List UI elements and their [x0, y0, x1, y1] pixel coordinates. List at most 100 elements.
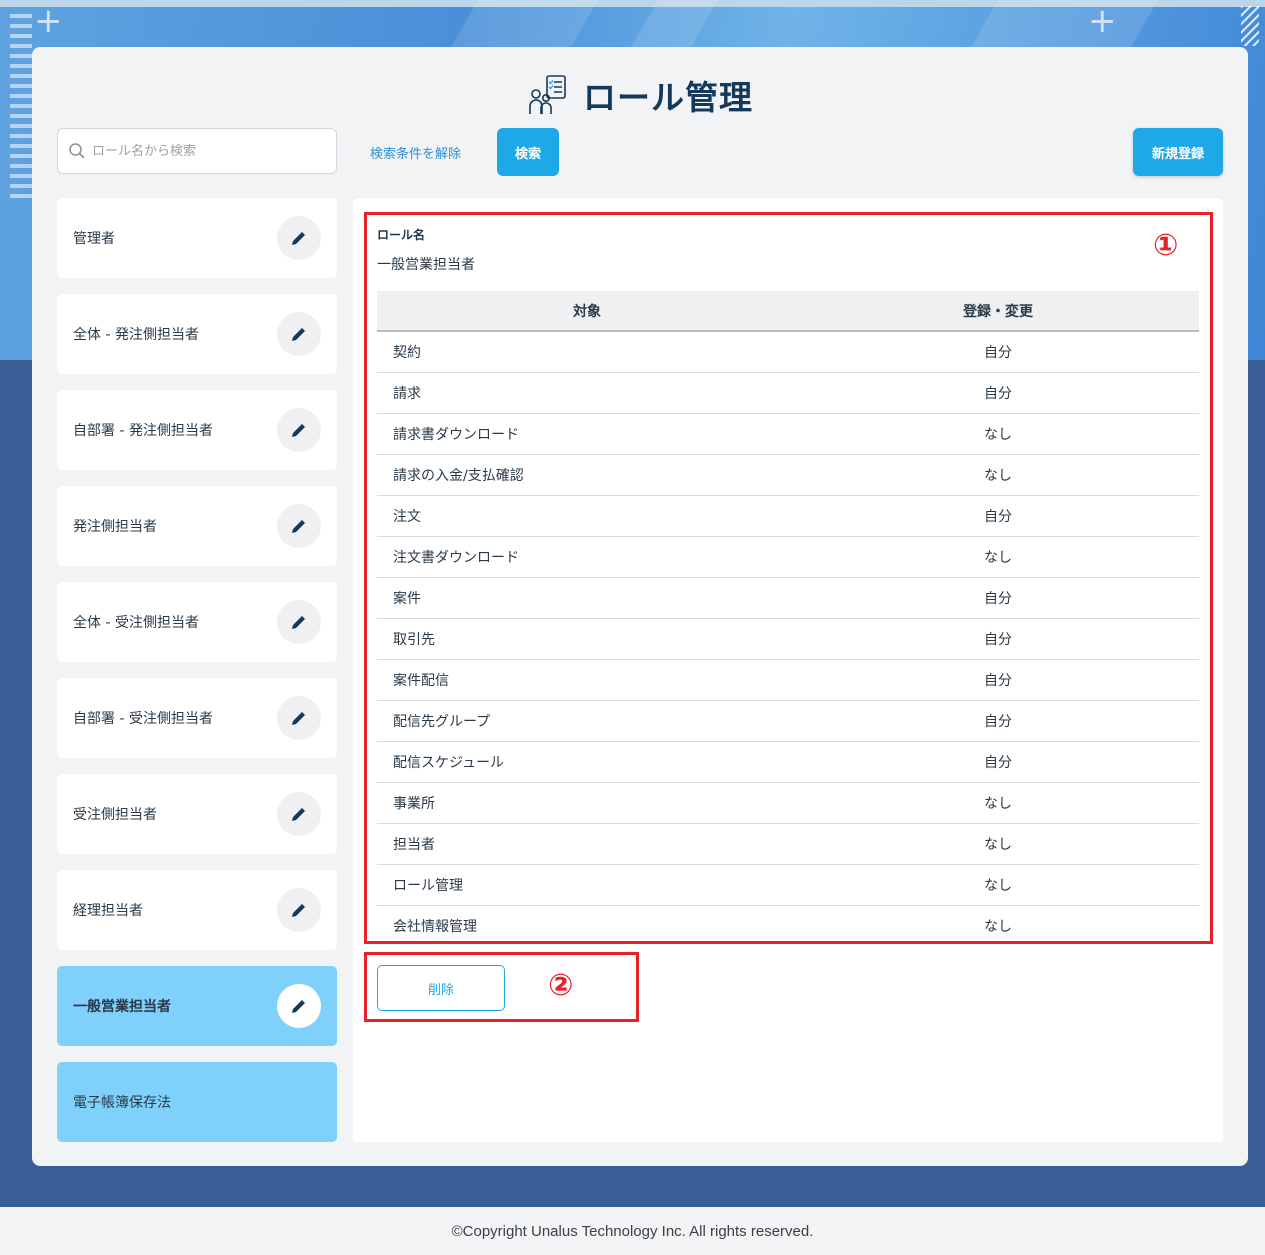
role-item-label: 全体 - 受注側担当者 — [73, 615, 199, 631]
role-item-all-ordering[interactable]: 全体 - 発注側担当者 — [57, 294, 337, 374]
role-item-label: 発注側担当者 — [73, 519, 157, 535]
role-name-value: 一般営業担当者 — [377, 257, 475, 273]
table-row: 担当者 なし — [377, 823, 1199, 865]
column-header-permission: 登録・変更 — [797, 291, 1199, 332]
cell-target: 案件配信 — [377, 659, 797, 701]
cell-target: 契約 — [377, 331, 797, 373]
cell-permission: 自分 — [797, 659, 1199, 701]
table-row: 案件配信 自分 — [377, 659, 1199, 701]
role-item-admin[interactable]: 管理者 — [57, 198, 337, 278]
table-row: 契約 自分 — [377, 331, 1199, 373]
edit-role-button[interactable] — [277, 312, 321, 356]
cell-permission: なし — [797, 413, 1199, 455]
permission-table: 対象 登録・変更 契約 自分 請求 自分 請求書ダウンロード なし 請求の入金/支払確… — [377, 291, 1199, 946]
annotation-marker-1: ① — [1153, 228, 1179, 263]
clear-search-link[interactable]: 検索条件を解除 — [370, 143, 461, 162]
annotation-marker-2: ② — [548, 968, 574, 1003]
cell-permission: 自分 — [797, 577, 1199, 619]
cell-target: 事業所 — [377, 782, 797, 824]
edit-role-button[interactable] — [277, 216, 321, 260]
role-item-label: 全体 - 発注側担当者 — [73, 327, 199, 343]
edit-role-button[interactable] — [277, 504, 321, 548]
cell-target: 配信先グループ — [377, 700, 797, 742]
new-role-button[interactable]: 新規登録 — [1133, 128, 1223, 176]
cell-permission: なし — [797, 536, 1199, 578]
role-item-label: 自部署 - 受注側担当者 — [73, 711, 213, 727]
cell-target: 配信スケジュール — [377, 741, 797, 783]
search-button[interactable]: 検索 — [497, 128, 559, 176]
role-item-dept-ordering[interactable]: 自部署 - 発注側担当者 — [57, 390, 337, 470]
cell-target: 注文書ダウンロード — [377, 536, 797, 578]
table-row: 案件 自分 — [377, 577, 1199, 619]
cell-permission: 自分 — [797, 618, 1199, 660]
table-row: ロール管理 なし — [377, 864, 1199, 906]
role-item-ordering[interactable]: 発注側担当者 — [57, 486, 337, 566]
table-row: 会社情報管理 なし — [377, 905, 1199, 946]
plus-decoration-icon: + — [34, 1, 63, 41]
edit-role-button[interactable] — [277, 408, 321, 452]
search-input[interactable] — [92, 143, 332, 159]
cell-target: 注文 — [377, 495, 797, 537]
cell-permission: なし — [797, 454, 1199, 496]
cell-permission: 自分 — [797, 700, 1199, 742]
pencil-icon — [292, 904, 305, 917]
bg-hatch — [1241, 6, 1259, 46]
edit-role-button[interactable] — [277, 696, 321, 740]
role-item-label: 受注側担当者 — [73, 807, 157, 823]
cell-permission: 自分 — [797, 372, 1199, 414]
role-item-label: 一般営業担当者 — [73, 999, 171, 1015]
footer-copyright: ©Copyright Unalus Technology Inc. All ri… — [0, 1207, 1265, 1255]
table-row: 請求書ダウンロード なし — [377, 413, 1199, 455]
bg-decoration-lines — [10, 14, 32, 204]
search-icon — [69, 143, 85, 159]
table-row: 配信先グループ 自分 — [377, 700, 1199, 742]
role-item-label: 電子帳簿保存法 — [73, 1095, 171, 1111]
delete-button[interactable]: 削除 — [377, 965, 505, 1011]
role-item-all-receiving[interactable]: 全体 - 受注側担当者 — [57, 582, 337, 662]
cell-permission: なし — [984, 918, 1012, 935]
pencil-icon — [292, 712, 305, 725]
pencil-icon — [292, 808, 305, 821]
cell-permission: なし — [797, 823, 1199, 865]
role-item-dept-receiving[interactable]: 自部署 - 受注側担当者 — [57, 678, 337, 758]
role-item-general-sales[interactable]: 一般営業担当者 — [57, 966, 337, 1046]
column-header-target: 対象 — [377, 291, 797, 332]
role-detail-panel: ① ロール名 一般営業担当者 対象 登録・変更 契約 自分 請求 自分 請求書ダウン… — [353, 198, 1223, 1142]
cell-permission: 自分 — [797, 331, 1199, 373]
edit-role-button[interactable] — [277, 600, 321, 644]
main-card: ロール管理 検索条件を解除 検索 新規登録 管理者 全体 - 発注側担当者 自部… — [32, 47, 1248, 1166]
cell-target: 請求の入金/支払確認 — [377, 454, 797, 496]
edit-role-button[interactable] — [277, 984, 321, 1028]
edit-role-button[interactable] — [277, 792, 321, 836]
page-title: ロール管理 — [583, 78, 753, 117]
pencil-icon — [292, 328, 305, 341]
role-item-accounting[interactable]: 経理担当者 — [57, 870, 337, 950]
cell-target: 請求 — [377, 372, 797, 414]
table-row: 注文書ダウンロード なし — [377, 536, 1199, 578]
role-item-e-book[interactable]: 電子帳簿保存法 — [57, 1062, 337, 1142]
table-row: 請求の入金/支払確認 なし — [377, 454, 1199, 496]
table-row: 請求 自分 — [377, 372, 1199, 414]
search-field[interactable] — [57, 128, 337, 174]
page-header: ロール管理 — [32, 71, 1248, 119]
role-item-label: 自部署 - 発注側担当者 — [73, 423, 213, 439]
table-row: 注文 自分 — [377, 495, 1199, 537]
cell-permission: 自分 — [797, 741, 1199, 783]
cell-permission: なし — [797, 864, 1199, 906]
cell-permission: 自分 — [797, 495, 1199, 537]
plus-decoration-icon: + — [1088, 1, 1117, 41]
role-name-label: ロール名 — [377, 228, 426, 242]
edit-role-button[interactable] — [277, 888, 321, 932]
table-row: 事業所 なし — [377, 782, 1199, 824]
role-management-icon — [529, 75, 566, 114]
pencil-icon — [292, 616, 305, 629]
cell-target: 担当者 — [377, 823, 797, 865]
role-item-receiving[interactable]: 受注側担当者 — [57, 774, 337, 854]
pencil-icon — [292, 520, 305, 533]
table-row: 配信スケジュール 自分 — [377, 741, 1199, 783]
pencil-icon — [292, 1000, 305, 1013]
role-item-label: 管理者 — [73, 231, 115, 247]
pencil-icon — [292, 424, 305, 437]
cell-target: 請求書ダウンロード — [377, 413, 797, 455]
role-list: 管理者 全体 - 発注側担当者 自部署 - 発注側担当者 発注側担当者 全体 -… — [57, 198, 337, 1158]
